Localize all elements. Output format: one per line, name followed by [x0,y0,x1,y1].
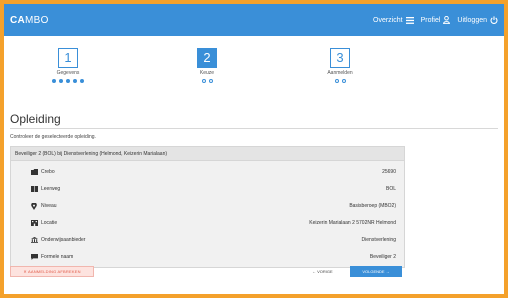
detail-value: 25690 [382,169,396,175]
detail-row-niveau: Niveau Basisberoep (MBO2) [31,199,396,213]
opleiding-panel: Beveiliger 2 (BOL) bij Dienstverlening (… [10,146,405,268]
step-aanmelden: 3 Aanmelden [310,48,370,83]
progress-steps: 1 Gegevens 2 Keuze 3 Aanmelden [4,36,504,108]
detail-key: Niveau [41,203,57,209]
step-number: 2 [197,48,217,68]
detail-key: Locatie [41,220,58,226]
step-keuze: 2 Keuze [177,48,237,83]
detail-row-crebo: Crebo 25690 [31,165,396,179]
step-dots [310,79,370,83]
progress-dot [201,79,206,83]
step-number: 1 [58,48,78,68]
detail-key: Crebo [41,169,55,175]
progress-dot [52,79,56,83]
nav-overzicht[interactable]: Overzicht [373,16,414,24]
detail-value: Basisberoep (MBO2) [349,203,396,209]
top-navbar: CAMBO Overzicht Profiel Uitloggen [4,4,504,36]
progress-dot [66,79,70,83]
progress-dot [208,79,213,83]
detail-key: Formele naam [41,254,74,260]
brand-logo[interactable]: CAMBO [10,15,49,26]
detail-value: BOL [385,186,396,192]
progress-dot [73,79,77,83]
detail-key: Onderwijsaanbieder [41,237,86,243]
detail-key: Leerweg [41,186,61,192]
power-icon [490,16,498,24]
detail-value: Beveiliger 2 [369,254,396,260]
next-button[interactable]: VOLGENDE → [350,266,402,277]
step-gegevens: 1 Gegevens [38,48,98,83]
previous-button[interactable]: ← VORIGE [312,266,333,277]
step-label: Keuze [199,70,215,76]
progress-dot [334,79,339,83]
step-label: Gegevens [56,70,80,76]
detail-row-onderwijsaanbieder: Onderwijsaanbieder Dienstverlening [31,233,396,247]
map-marker-icon [31,202,41,210]
step-dots [177,79,237,83]
book-icon [31,186,41,192]
folder-icon [31,169,41,175]
comment-icon [31,254,41,260]
step-label: Aanmelden [327,70,353,76]
cancel-registration-button[interactable]: ✕ AANMELDING AFBREKEN [10,266,94,277]
progress-dot [341,79,346,83]
nav-uitloggen[interactable]: Uitloggen [457,16,498,24]
detail-row-formele-naam: Formele naam Beveiliger 2 [31,250,396,264]
panel-heading: Beveiliger 2 (BOL) bij Dienstverlening (… [11,147,404,161]
detail-row-locatie: Locatie Keizerin Marialaan 2 5702NR Helm… [31,216,396,230]
step-dots [38,79,98,83]
progress-dot [80,79,84,83]
app-window: CAMBO Overzicht Profiel Uitloggen 1 Gege… [4,4,504,294]
detail-value: Dienstverlening [361,237,396,243]
step-number: 3 [330,48,350,68]
user-icon [443,16,451,24]
nav-profiel[interactable]: Profiel [421,16,451,24]
building-icon [31,220,41,226]
divider [10,128,498,129]
intro-text: Controleer de geselecteerde opleiding. [10,134,96,140]
progress-dot [59,79,63,83]
nav-menu: Overzicht Profiel Uitloggen [366,16,498,24]
list-icon [405,16,414,24]
detail-value: Keizerin Marialaan 2 5702NR Helmond [309,220,396,226]
institution-icon [31,237,41,243]
detail-row-leerweg: Leerweg BOL [31,182,396,196]
page-title: Opleiding [10,112,61,126]
